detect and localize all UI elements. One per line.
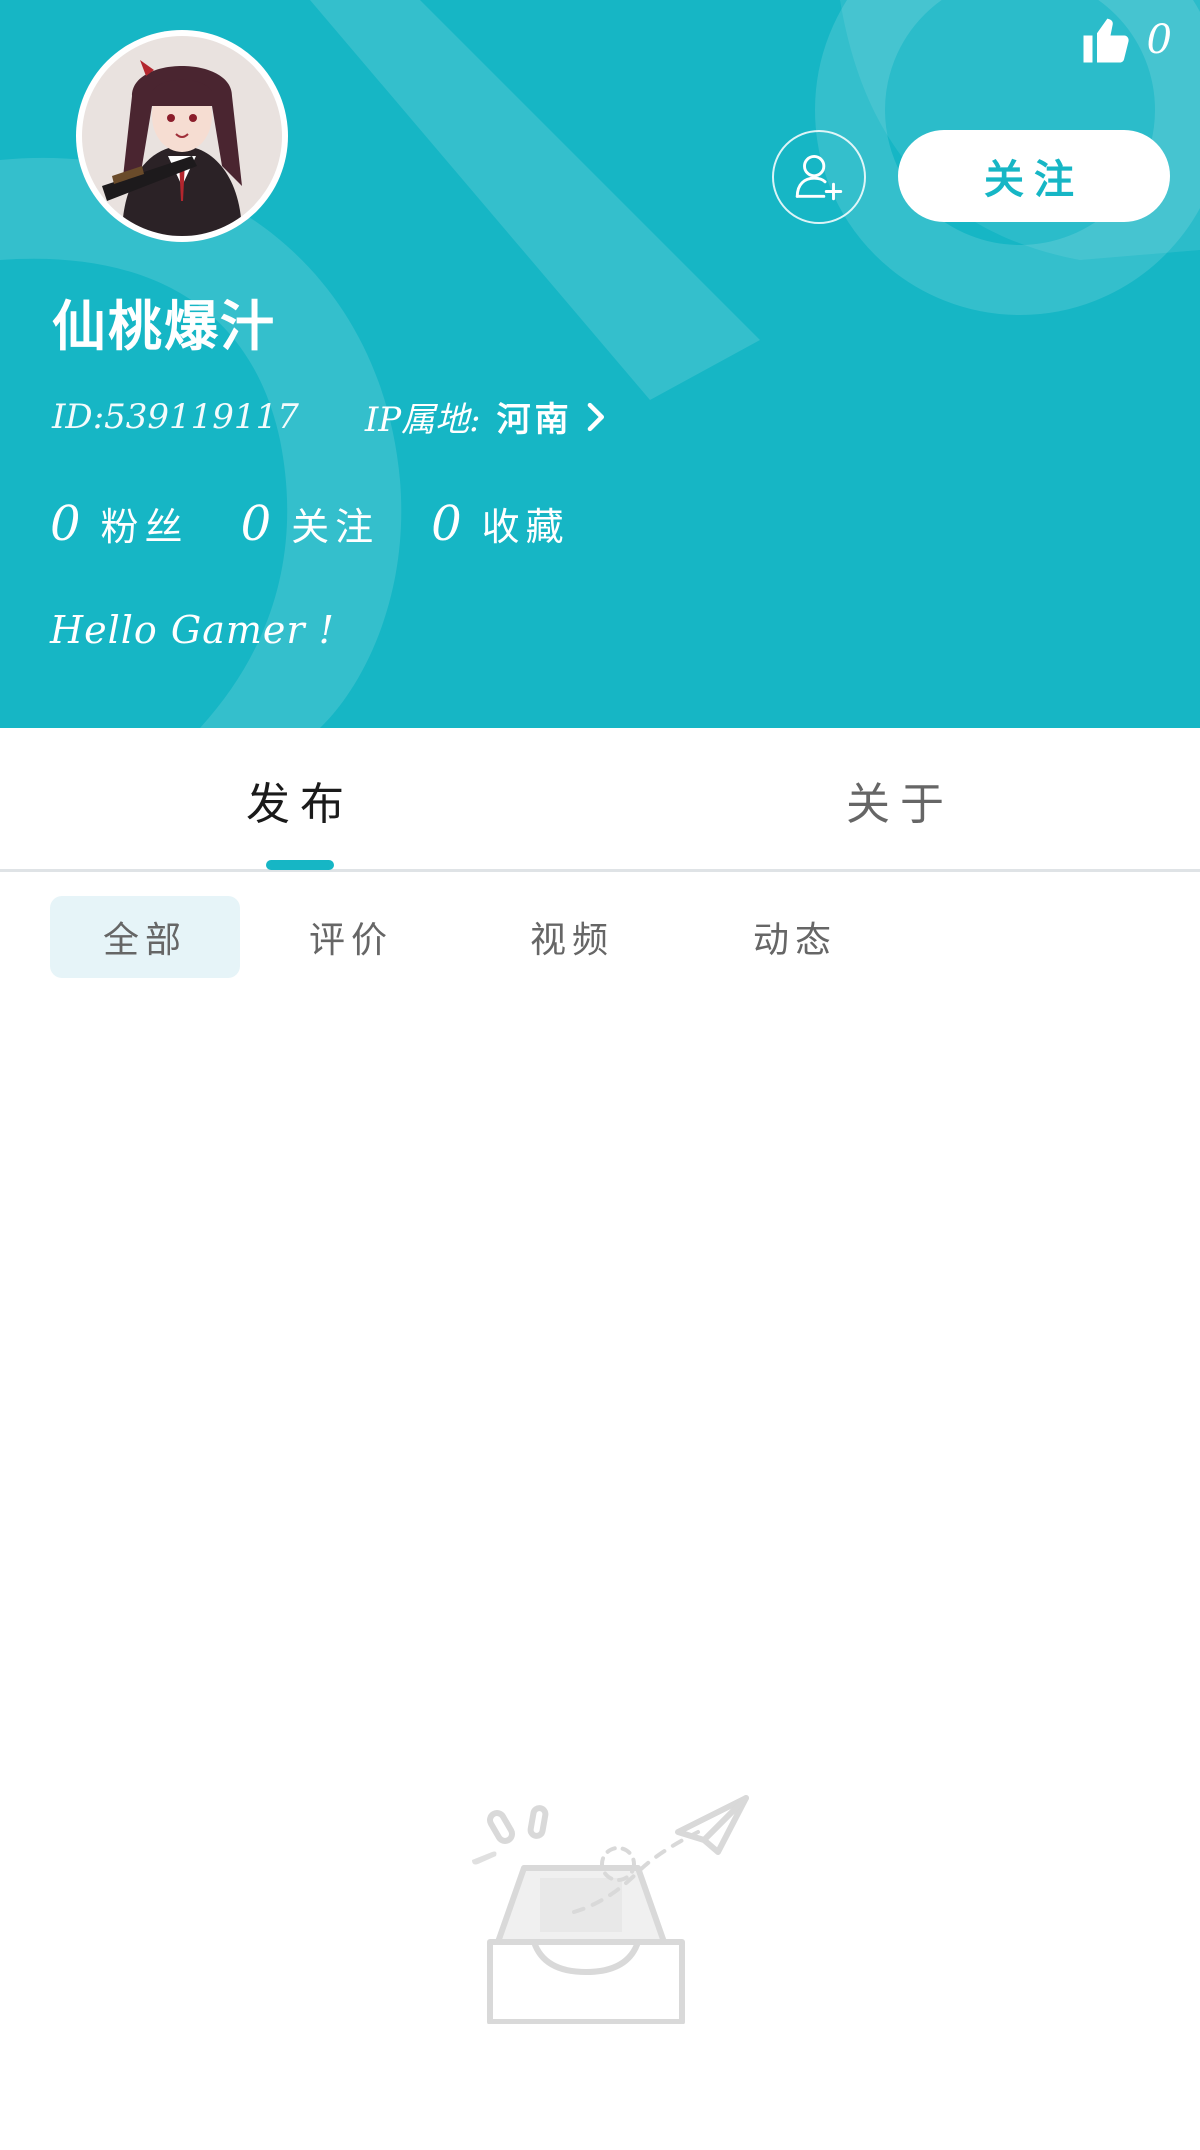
avatar-image — [82, 36, 282, 236]
filter-videos[interactable]: 视频 — [462, 896, 682, 978]
filter-moments[interactable]: 动态 — [682, 896, 908, 978]
username: 仙桃爆汁 — [52, 294, 276, 358]
thumbs-up-icon — [1083, 18, 1129, 63]
fans-label: 粉丝 — [100, 505, 189, 549]
ip-label: IP属地: — [364, 400, 481, 440]
id-ip-row: ID:539119117 IP属地: 河南 — [52, 392, 607, 441]
following-count: 0 — [240, 496, 272, 552]
user-bio: Hello Gamer ! — [50, 608, 335, 652]
avatar[interactable] — [76, 30, 288, 242]
tab-about[interactable]: 关于 — [750, 728, 1050, 872]
stat-following[interactable]: 0 关注 — [241, 496, 380, 552]
filter-reviews[interactable]: 评价 — [240, 896, 462, 978]
like-count: 0 — [1146, 17, 1172, 63]
empty-inbox-icon — [472, 1795, 749, 2024]
tab-publish[interactable]: 发布 — [150, 728, 450, 872]
ip-location[interactable]: 河南 — [497, 392, 573, 441]
user-id: ID:539119117 — [52, 396, 299, 437]
stat-fans[interactable]: 0 粉丝 — [50, 496, 189, 552]
add-friend-button[interactable] — [772, 130, 866, 224]
follow-button[interactable]: 关注 — [898, 130, 1170, 222]
fans-count: 0 — [50, 496, 81, 552]
following-label: 关注 — [291, 505, 380, 549]
favorites-count: 0 — [431, 496, 462, 552]
filter-chips: 全部 评价 视频 动态 — [50, 896, 908, 978]
active-tab-indicator — [266, 860, 334, 870]
filter-all[interactable]: 全部 — [50, 896, 240, 978]
stat-favorites[interactable]: 0 收藏 — [431, 496, 570, 552]
profile-header: 0 关注 仙桃爆汁 ID:539119117 IP属地: 河南 0 粉丝 0 关… — [0, 0, 1200, 728]
add-friend-icon — [795, 155, 843, 201]
like-counter[interactable]: 0 — [1079, 8, 1172, 72]
chevron-right-icon[interactable] — [583, 400, 607, 434]
favorites-label: 收藏 — [481, 505, 570, 549]
stats-row: 0 粉丝 0 关注 0 收藏 — [50, 496, 622, 552]
content-tabs: 发布 关于 — [0, 728, 1200, 872]
